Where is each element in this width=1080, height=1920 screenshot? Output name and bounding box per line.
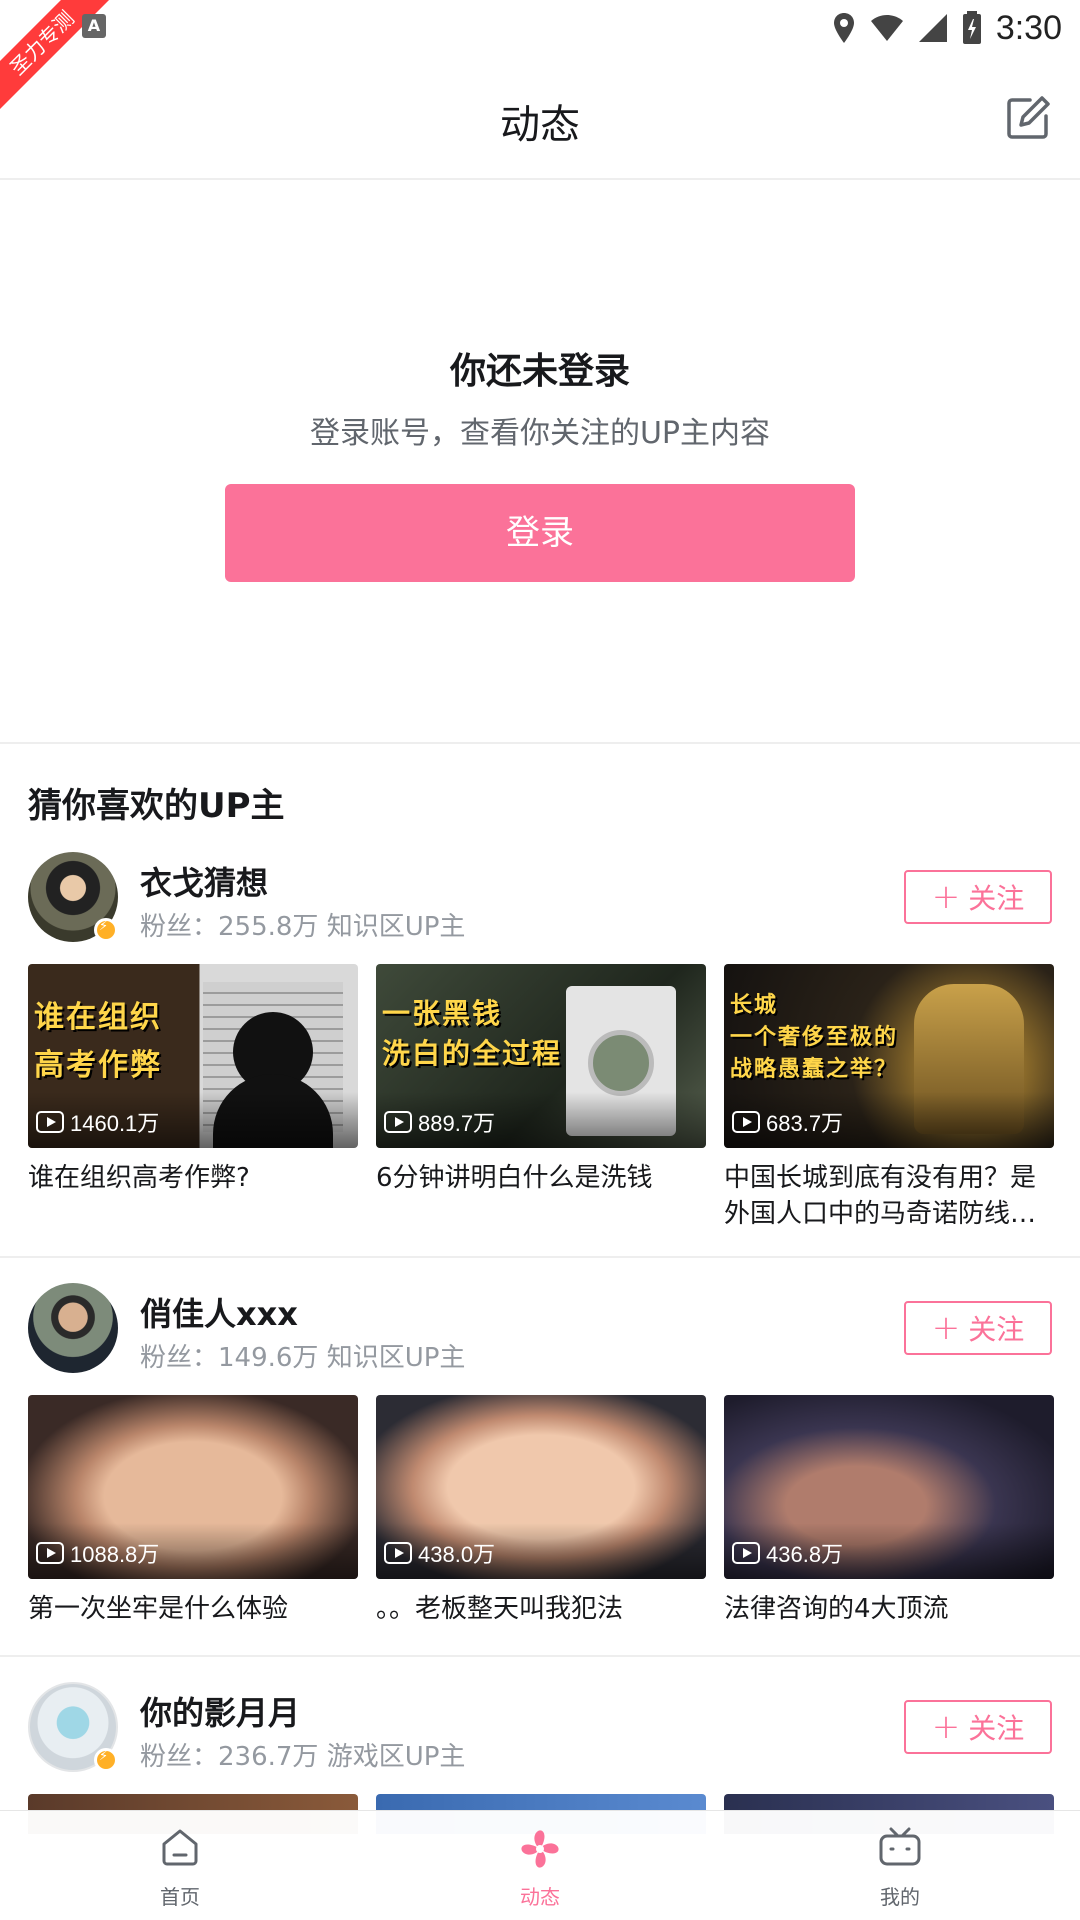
signal-icon (918, 14, 947, 42)
nav-label: 动态 (520, 1885, 560, 1909)
home-icon (162, 1829, 198, 1866)
bottom-nav: 首页 动态 我的 (0, 1810, 1080, 1920)
edit-icon (1007, 96, 1050, 139)
nav-mine[interactable]: 我的 (720, 1811, 1080, 1920)
play-count-icon (732, 1542, 760, 1564)
login-subtitle: 登录账号，查看你关注的UP主内容 (309, 416, 771, 451)
recommend-title: 猜你喜欢的UP主 (28, 786, 285, 826)
up-card: 俏佳人xxx 粉丝：149.6万 知识区UP主 + 关注 1088.8万 第一次… (0, 1283, 1080, 1653)
play-count-icon (732, 1111, 760, 1133)
battery-icon (962, 11, 981, 44)
up-name[interactable]: 衣戈猜想 (140, 858, 268, 904)
video-card[interactable]: 1088.8万 第一次坐牢是什么体验 (28, 1395, 358, 1627)
video-title: 。。老板整天叫我犯法 (376, 1594, 624, 1624)
thumbnail-text: 谁在组织 高考作弊 (34, 1000, 162, 1083)
video-thumbnail: 436.8万 (724, 1395, 1054, 1579)
login-title: 你还未登录 (449, 351, 630, 392)
wifi-icon (870, 15, 903, 41)
video-card[interactable]: 436.8万 法律咨询的4大顶流 (724, 1395, 1054, 1627)
up-card: 衣戈猜想 粉丝：255.8万 知识区UP主 + 关注 谁在组织 高考作弊 146… (0, 852, 1080, 1262)
header: 动态 (0, 56, 1080, 180)
tv-icon (879, 1827, 921, 1866)
status-indicators: 3:30 (832, 6, 1062, 50)
video-thumbnail: 长城 一个奢侈至极的 战略愚蠢之举？ 683.7万 (724, 964, 1054, 1148)
video-title: 谁在组织高考作弊? (28, 1163, 250, 1193)
nav-home[interactable]: 首页 (0, 1811, 360, 1920)
up-name[interactable]: 俏佳人xxx (140, 1289, 298, 1335)
play-count-icon (384, 1542, 412, 1564)
follow-button[interactable]: + 关注 (904, 1301, 1052, 1355)
up-meta: 粉丝：149.6万 知识区UP主 (140, 1343, 466, 1373)
location-icon (833, 13, 854, 43)
video-card[interactable]: 一张黑钱 洗白的全过程 889.7万 6分钟讲明白什么是洗钱 (376, 964, 706, 1196)
compose-button[interactable] (1002, 92, 1054, 144)
plus-icon: + (931, 877, 961, 917)
plus-icon: + (931, 1707, 961, 1747)
machine-door (588, 1030, 654, 1096)
video-title: 第一次坐牢是什么体验 (28, 1594, 289, 1624)
status-bar: 圣力专测 A 3:30 (0, 0, 1080, 112)
view-count: 1088.8万 (36, 1537, 159, 1569)
divider (0, 742, 1080, 744)
login-button[interactable]: 登录 (225, 484, 855, 582)
video-list: 谁在组织 高考作弊 1460.1万 谁在组织高考作弊? 一张黑钱 洗白的全过程 … (28, 964, 1054, 1234)
nav-dynamic[interactable]: 动态 (360, 1811, 720, 1920)
play-count-icon (36, 1111, 64, 1133)
play-count-icon (36, 1542, 64, 1564)
divider (0, 1655, 1080, 1657)
view-count: 438.0万 (384, 1537, 495, 1569)
video-thumbnail: 一张黑钱 洗白的全过程 889.7万 (376, 964, 706, 1148)
video-title: 6分钟讲明白什么是洗钱 (376, 1163, 653, 1193)
nav-label: 我的 (880, 1885, 920, 1909)
clock: 3:30 (995, 8, 1062, 47)
up-meta: 粉丝：255.8万 知识区UP主 (140, 912, 466, 942)
up-card: 你的影月月 粉丝：236.7万 游戏区UP主 + 关注 (0, 1682, 1080, 1834)
video-thumbnail: 谁在组织 高考作弊 1460.1万 (28, 964, 358, 1148)
thumbnail-text: 一张黑钱 洗白的全过程 (382, 997, 563, 1070)
verified-badge-icon (94, 918, 118, 942)
play-count-icon (384, 1111, 412, 1133)
login-prompt: 你还未登录 登录账号，查看你关注的UP主内容 登录 (0, 182, 1080, 742)
page-title: 动态 (500, 102, 580, 148)
view-count: 683.7万 (732, 1106, 843, 1138)
video-title: 中国长城到底有没有用？是外国人口中的马奇诺防线… (724, 1163, 1037, 1229)
follow-label: 关注 (968, 882, 1025, 915)
video-title: 法律咨询的4大顶流 (724, 1594, 949, 1624)
follow-button[interactable]: + 关注 (904, 1700, 1052, 1754)
video-list: 1088.8万 第一次坐牢是什么体验 438.0万 。。老板整天叫我犯法 436… (28, 1395, 1054, 1665)
follow-button[interactable]: + 关注 (904, 870, 1052, 924)
plus-icon: + (931, 1308, 961, 1348)
video-thumbnail: 438.0万 (376, 1395, 706, 1579)
video-card[interactable]: 438.0万 。。老板整天叫我犯法 (376, 1395, 706, 1627)
follow-label: 关注 (968, 1712, 1025, 1745)
view-count: 889.7万 (384, 1106, 495, 1138)
video-thumbnail: 1088.8万 (28, 1395, 358, 1579)
divider (0, 1256, 1080, 1258)
view-count: 1460.1万 (36, 1106, 159, 1138)
video-card[interactable]: 长城 一个奢侈至极的 战略愚蠢之举？ 683.7万 中国长城到底有没有用？是外国… (724, 964, 1054, 1232)
video-card[interactable]: 谁在组织 高考作弊 1460.1万 谁在组织高考作弊? (28, 964, 358, 1196)
thumbnail-text: 长城 一个奢侈至极的 战略愚蠢之举？ (730, 993, 899, 1082)
accessibility-icon: A (82, 14, 106, 38)
verified-badge-icon (94, 1748, 118, 1772)
avatar[interactable] (28, 1283, 118, 1373)
nav-label: 首页 (160, 1885, 200, 1909)
up-name[interactable]: 你的影月月 (140, 1688, 300, 1734)
follow-label: 关注 (968, 1313, 1025, 1346)
up-meta: 粉丝：236.7万 游戏区UP主 (140, 1742, 466, 1772)
view-count: 436.8万 (732, 1537, 843, 1569)
pinwheel-icon (521, 1830, 559, 1868)
